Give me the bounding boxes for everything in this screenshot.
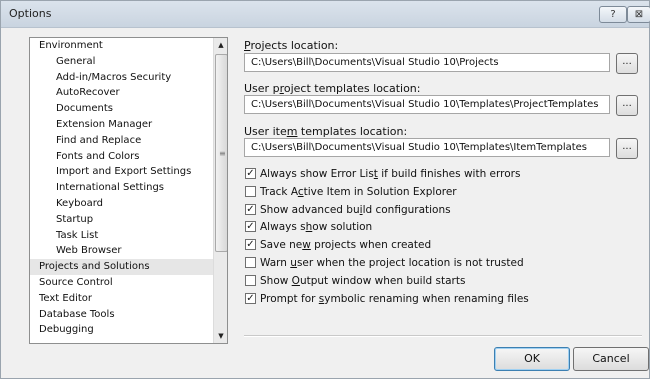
option-checkbox-label: Prompt for symbolic renaming when renami… xyxy=(260,293,529,305)
options-tree[interactable]: Environment General Add-in/Macros Security… xyxy=(29,37,228,344)
option-checkbox-label: Track Active Item in Solution Explorer xyxy=(260,186,457,198)
tree-item[interactable]: Documents xyxy=(30,101,213,117)
project-templates-field[interactable]: C:\Users\Bill\Documents\Visual Studio 10… xyxy=(244,95,610,114)
checkbox-unchecked-icon[interactable] xyxy=(245,185,256,197)
checkbox-checked-icon[interactable]: ✓ xyxy=(245,167,256,179)
checkbox-checked-icon[interactable]: ✓ xyxy=(245,292,256,304)
tree-item[interactable]: Task List xyxy=(30,228,213,244)
option-checkbox-row[interactable]: ✓ Prompt for symbolic renaming when renam… xyxy=(245,292,529,308)
option-checkbox-row[interactable]: Show Output window when build starts xyxy=(245,274,466,290)
checkbox-checked-icon[interactable]: ✓ xyxy=(245,220,256,232)
tree-item[interactable]: Keyboard xyxy=(30,196,213,212)
checkbox-unchecked-icon[interactable] xyxy=(245,256,256,268)
project-templates-browse-button[interactable]: ... xyxy=(616,95,638,116)
checkbox-checked-icon[interactable]: ✓ xyxy=(245,238,256,250)
projects-location-field[interactable]: C:\Users\Bill\Documents\Visual Studio 10… xyxy=(244,53,610,72)
option-checkbox-label: Always show Error List if build finishes… xyxy=(260,168,521,180)
divider xyxy=(244,335,642,337)
tree-item[interactable]: Import and Export Settings xyxy=(30,164,213,180)
projects-location-label: Projects location: xyxy=(244,39,339,52)
tree-item[interactable]: Find and Replace xyxy=(30,133,213,149)
checkbox-unchecked-icon[interactable] xyxy=(245,274,256,286)
scroll-up-icon[interactable]: ▲ xyxy=(214,38,227,52)
option-checkbox-row[interactable]: Track Active Item in Solution Explorer xyxy=(245,185,457,201)
tree-item[interactable]: General xyxy=(30,54,213,70)
tree-item[interactable]: AutoRecover xyxy=(30,85,213,101)
tree-item[interactable]: Source Control xyxy=(30,275,213,291)
options-dialog: Options ? ⊠ Environment General Add-in/Mac… xyxy=(0,0,650,379)
project-templates-label: User project templates location: xyxy=(244,82,421,95)
checkbox-checked-icon[interactable]: ✓ xyxy=(245,203,256,215)
tree-list: Environment General Add-in/Macros Security… xyxy=(30,38,213,338)
option-checkbox-row[interactable]: Warn user when the project location is n… xyxy=(245,256,524,272)
scroll-thumb[interactable]: ≡ xyxy=(215,54,227,252)
help-icon[interactable]: ? xyxy=(599,6,627,23)
tree-item[interactable]: Environment xyxy=(30,38,213,54)
item-templates-field[interactable]: C:\Users\Bill\Documents\Visual Studio 10… xyxy=(244,138,610,157)
option-checkbox-label: Show Output window when build starts xyxy=(260,275,466,287)
tree-item[interactable]: Database Tools xyxy=(30,307,213,323)
option-checkbox-label: Save new projects when created xyxy=(260,239,432,251)
projects-location-browse-button[interactable]: ... xyxy=(616,53,638,74)
tree-item[interactable]: Projects and Solutions xyxy=(30,259,213,275)
tree-item[interactable]: Debugging xyxy=(30,322,213,338)
tree-scrollbar[interactable]: ▲ ≡ ▼ xyxy=(213,38,227,343)
close-icon[interactable]: ⊠ xyxy=(627,6,650,23)
tree-item[interactable]: Add-in/Macros Security xyxy=(30,70,213,86)
tree-item[interactable]: Web Browser xyxy=(30,243,213,259)
scroll-down-icon[interactable]: ▼ xyxy=(214,329,227,343)
cancel-button[interactable]: Cancel xyxy=(573,347,649,371)
tree-item[interactable]: International Settings xyxy=(30,180,213,196)
item-templates-label: User item templates location: xyxy=(244,125,408,138)
tree-item[interactable]: Startup xyxy=(30,212,213,228)
option-checkbox-row[interactable]: ✓ Always show solution xyxy=(245,220,373,236)
tree-item[interactable]: Text Editor xyxy=(30,291,213,307)
ok-button[interactable]: OK xyxy=(494,347,570,371)
tree-item[interactable]: Fonts and Colors xyxy=(30,149,213,165)
item-templates-browse-button[interactable]: ... xyxy=(616,138,638,159)
option-checkbox-row[interactable]: ✓ Show advanced build configurations xyxy=(245,203,451,219)
option-checkbox-label: Show advanced build configurations xyxy=(260,204,451,216)
option-checkbox-label: Always show solution xyxy=(260,221,373,233)
window-title: Options xyxy=(9,7,52,20)
grip-icon: ≡ xyxy=(219,149,226,158)
title-bar: Options ? ⊠ xyxy=(1,1,650,28)
option-checkbox-label: Warn user when the project location is n… xyxy=(260,257,524,269)
option-checkbox-row[interactable]: ✓ Always show Error List if build finishe… xyxy=(245,167,521,183)
option-checkbox-row[interactable]: ✓ Save new projects when created xyxy=(245,238,432,254)
tree-item[interactable]: Extension Manager xyxy=(30,117,213,133)
